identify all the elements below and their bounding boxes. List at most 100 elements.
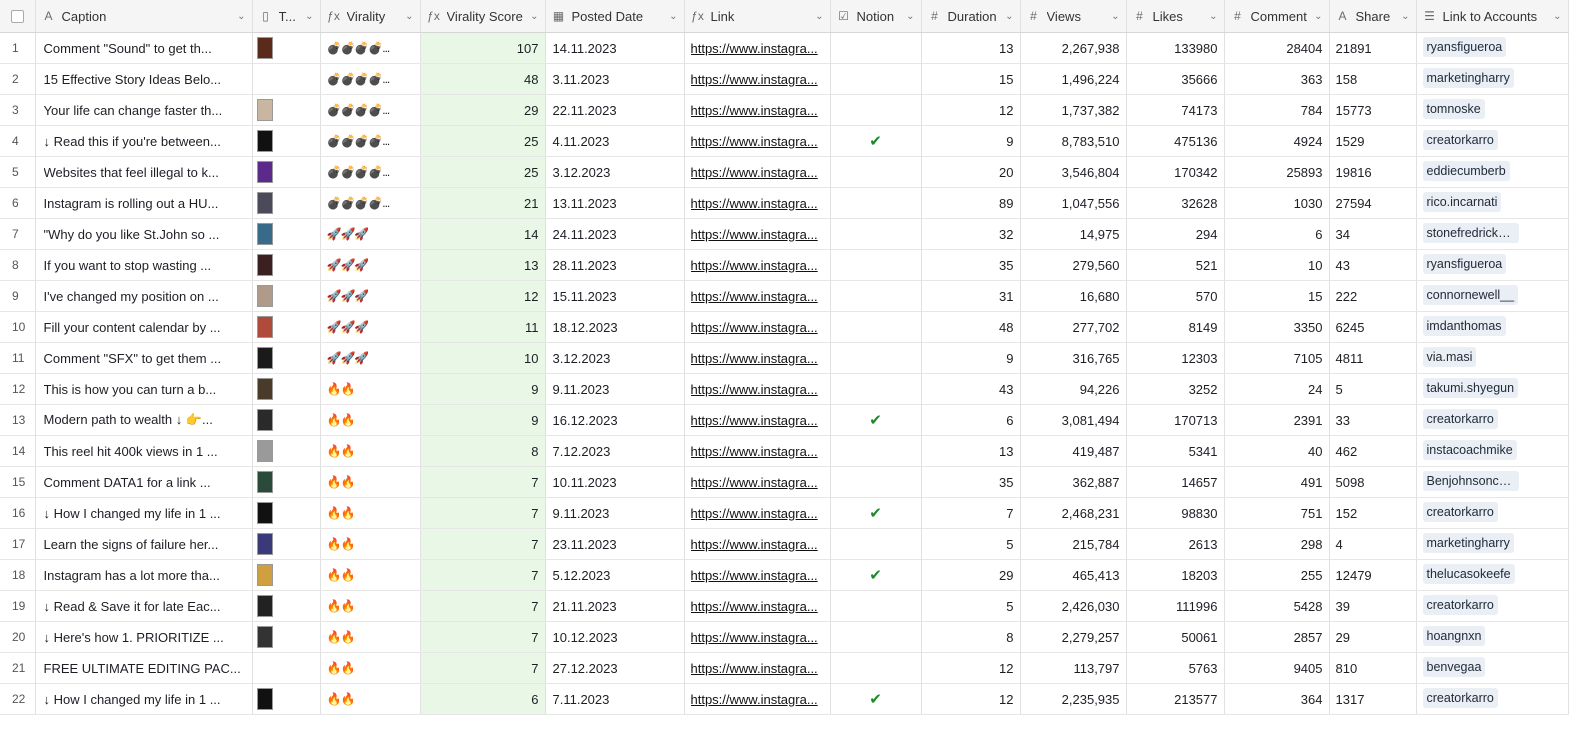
thumbnail-image[interactable]: [256, 37, 273, 59]
table-row[interactable]: 7 "Why do you like St.John so ... 🚀🚀🚀 14 24.…: [0, 218, 1569, 250]
share-cell[interactable]: 12479: [1329, 559, 1417, 591]
thumbnail-cell[interactable]: [252, 466, 321, 498]
account-cell[interactable]: ryansfigueroa: [1416, 249, 1569, 281]
thumbnail-image[interactable]: [256, 130, 273, 152]
account-pill[interactable]: marketingharry: [1422, 67, 1514, 88]
thumbnail-image[interactable]: [256, 533, 273, 555]
share-cell[interactable]: 152: [1329, 497, 1417, 529]
account-cell[interactable]: hoangnxn: [1416, 621, 1569, 653]
duration-cell[interactable]: 5: [921, 528, 1021, 560]
column-header-share[interactable]: A Share ⌄: [1329, 0, 1417, 33]
table-row[interactable]: 17 Learn the signs of failure her... 🔥🔥 7 23…: [0, 528, 1569, 560]
thumbnail-cell[interactable]: [252, 621, 321, 653]
duration-cell[interactable]: 12: [921, 683, 1021, 715]
link-text[interactable]: https://www.instagra...: [691, 320, 830, 335]
caption-cell[interactable]: This reel hit 400k views in 1 ...: [35, 435, 253, 467]
caption-cell[interactable]: Fill your content calendar by ...: [35, 311, 253, 343]
duration-cell[interactable]: 9: [921, 125, 1021, 157]
posted-date-cell[interactable]: 7.12.2023: [545, 435, 685, 467]
column-header-likes[interactable]: # Likes ⌄: [1126, 0, 1225, 33]
posted-date-cell[interactable]: 9.11.2023: [545, 497, 685, 529]
account-pill[interactable]: connornewell__: [1422, 284, 1519, 305]
views-cell[interactable]: 2,235,935: [1020, 683, 1127, 715]
caption-cell[interactable]: I've changed my position on ...: [35, 280, 253, 312]
link-cell[interactable]: https://www.instagra...: [684, 280, 831, 312]
posted-date-cell[interactable]: 13.11.2023: [545, 187, 685, 219]
chevron-down-icon[interactable]: ⌄: [305, 11, 313, 22]
link-cell[interactable]: https://www.instagra...: [684, 435, 831, 467]
notion-cell[interactable]: ✔: [830, 404, 922, 436]
duration-cell[interactable]: 8: [921, 621, 1021, 653]
table-row[interactable]: 1 Comment "Sound" to get th... 💣💣💣💣... 107 1…: [0, 32, 1569, 64]
notion-cell[interactable]: [830, 94, 922, 126]
notion-cell[interactable]: [830, 435, 922, 467]
comment-cell[interactable]: 255: [1224, 559, 1330, 591]
table-row[interactable]: 20 ↓ Here's how 1. PRIORITIZE ... 🔥🔥 7 10.12…: [0, 621, 1569, 653]
column-header-thumbnail[interactable]: ▯ T... ⌄: [252, 0, 321, 33]
duration-cell[interactable]: 35: [921, 249, 1021, 281]
likes-cell[interactable]: 5341: [1126, 435, 1225, 467]
link-cell[interactable]: https://www.instagra...: [684, 590, 831, 622]
share-cell[interactable]: 5098: [1329, 466, 1417, 498]
chevron-down-icon[interactable]: ⌄: [1111, 11, 1119, 22]
comment-cell[interactable]: 751: [1224, 497, 1330, 529]
thumbnail-image[interactable]: [256, 626, 273, 648]
chevron-down-icon[interactable]: ⌄: [906, 11, 914, 22]
likes-cell[interactable]: 170713: [1126, 404, 1225, 436]
account-pill[interactable]: Benjohnsoncreative: [1422, 470, 1519, 491]
posted-date-cell[interactable]: 3.12.2023: [545, 342, 685, 374]
posted-date-cell[interactable]: 24.11.2023: [545, 218, 685, 250]
views-cell[interactable]: 16,680: [1020, 280, 1127, 312]
share-cell[interactable]: 27594: [1329, 187, 1417, 219]
table-row[interactable]: 16 ↓ How I changed my life in 1 ... 🔥🔥 7 9.1…: [0, 497, 1569, 529]
notion-cell[interactable]: [830, 32, 922, 64]
account-pill[interactable]: instacoachmike: [1422, 439, 1517, 460]
comment-cell[interactable]: 2391: [1224, 404, 1330, 436]
posted-date-cell[interactable]: 3.12.2023: [545, 156, 685, 188]
caption-cell[interactable]: Modern path to wealth ↓ 👉...: [35, 404, 253, 436]
account-cell[interactable]: rico.incarnati: [1416, 187, 1569, 219]
caption-cell[interactable]: ↓ Read this if you're between...: [35, 125, 253, 157]
link-cell[interactable]: https://www.instagra...: [684, 559, 831, 591]
duration-cell[interactable]: 13: [921, 435, 1021, 467]
caption-cell[interactable]: ↓ Read & Save it for late Eac...: [35, 590, 253, 622]
notion-cell[interactable]: ✔: [830, 683, 922, 715]
views-cell[interactable]: 362,887: [1020, 466, 1127, 498]
thumbnail-image[interactable]: [256, 471, 273, 493]
table-row[interactable]: 22 ↓ How I changed my life in 1 ... 🔥🔥 6 7.1…: [0, 683, 1569, 715]
thumbnail-cell[interactable]: [252, 559, 321, 591]
views-cell[interactable]: 1,737,382: [1020, 94, 1127, 126]
posted-date-cell[interactable]: 10.12.2023: [545, 621, 685, 653]
views-cell[interactable]: 2,279,257: [1020, 621, 1127, 653]
account-cell[interactable]: creatorkarro: [1416, 590, 1569, 622]
link-text[interactable]: https://www.instagra...: [691, 444, 830, 459]
views-cell[interactable]: 215,784: [1020, 528, 1127, 560]
column-header-duration[interactable]: # Duration ⌄: [921, 0, 1021, 33]
link-text[interactable]: https://www.instagra...: [691, 537, 830, 552]
account-cell[interactable]: takumi.shyegun: [1416, 373, 1569, 405]
link-cell[interactable]: https://www.instagra...: [684, 156, 831, 188]
account-pill[interactable]: rico.incarnati: [1422, 191, 1502, 212]
views-cell[interactable]: 419,487: [1020, 435, 1127, 467]
notion-cell[interactable]: [830, 342, 922, 374]
caption-cell[interactable]: Comment DATA1 for a link ...: [35, 466, 253, 498]
likes-cell[interactable]: 133980: [1126, 32, 1225, 64]
account-cell[interactable]: stonefredrickson: [1416, 218, 1569, 250]
thumbnail-cell[interactable]: [252, 590, 321, 622]
account-cell[interactable]: via.masi: [1416, 342, 1569, 374]
comment-cell[interactable]: 7105: [1224, 342, 1330, 374]
thumbnail-image[interactable]: [256, 99, 273, 121]
share-cell[interactable]: 29: [1329, 621, 1417, 653]
link-text[interactable]: https://www.instagra...: [691, 692, 830, 707]
posted-date-cell[interactable]: 14.11.2023: [545, 32, 685, 64]
likes-cell[interactable]: 98830: [1126, 497, 1225, 529]
posted-date-cell[interactable]: 10.11.2023: [545, 466, 685, 498]
chevron-down-icon[interactable]: ⌄: [1005, 11, 1013, 22]
table-row[interactable]: 6 Instagram is rolling out a HU... 💣💣💣💣...…: [0, 187, 1569, 219]
caption-cell[interactable]: ↓ Here's how 1. PRIORITIZE ...: [35, 621, 253, 653]
likes-cell[interactable]: 74173: [1126, 94, 1225, 126]
account-pill[interactable]: ryansfigueroa: [1422, 36, 1507, 57]
thumbnail-cell[interactable]: [252, 187, 321, 219]
link-cell[interactable]: https://www.instagra...: [684, 311, 831, 343]
caption-cell[interactable]: Instagram has a lot more tha...: [35, 559, 253, 591]
